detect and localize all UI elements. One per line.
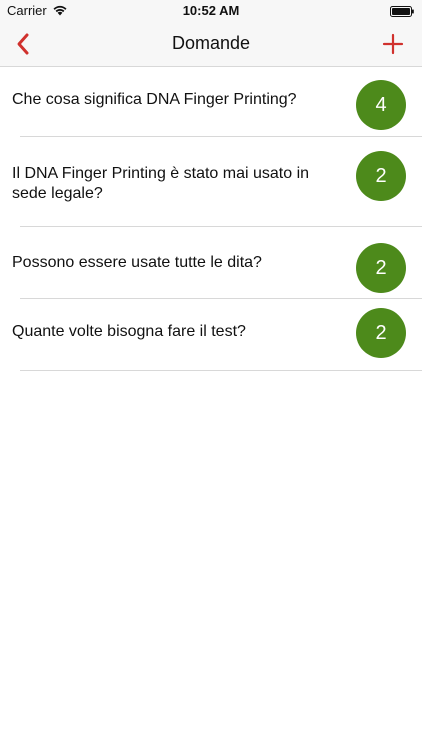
navigation-bar: Domande	[0, 22, 422, 67]
question-text: Che cosa significa DNA Finger Printing?	[12, 91, 297, 108]
answer-count-badge: 2	[356, 243, 406, 293]
questions-list: Che cosa significa DNA Finger Printing? …	[0, 67, 422, 371]
question-row-2[interactable]: Il DNA Finger Printing è stato mai usato…	[0, 137, 422, 227]
question-text: Quante volte bisogna fare il test?	[12, 323, 246, 340]
question-row-3[interactable]: Possono essere usate tutte le dita? 2	[0, 227, 422, 299]
question-row-1[interactable]: Che cosa significa DNA Finger Printing? …	[0, 67, 422, 137]
status-time: 10:52 AM	[182, 3, 240, 18]
status-bar: Carrier 10:52 AM	[0, 0, 422, 22]
battery-icon	[390, 6, 414, 17]
answer-count-badge: 2	[356, 151, 406, 201]
add-button[interactable]	[378, 29, 408, 59]
page-title: Domande	[171, 33, 251, 53]
question-row-4[interactable]: Quante volte bisogna fare il test? 2	[0, 299, 422, 371]
question-text: Possono essere usate tutte le dita?	[12, 254, 262, 271]
answer-count-badge: 2	[356, 308, 406, 358]
plus-icon	[382, 33, 404, 55]
question-text: Il DNA Finger Printing è stato mai usato…	[12, 165, 310, 202]
answer-count-badge: 4	[356, 80, 406, 130]
